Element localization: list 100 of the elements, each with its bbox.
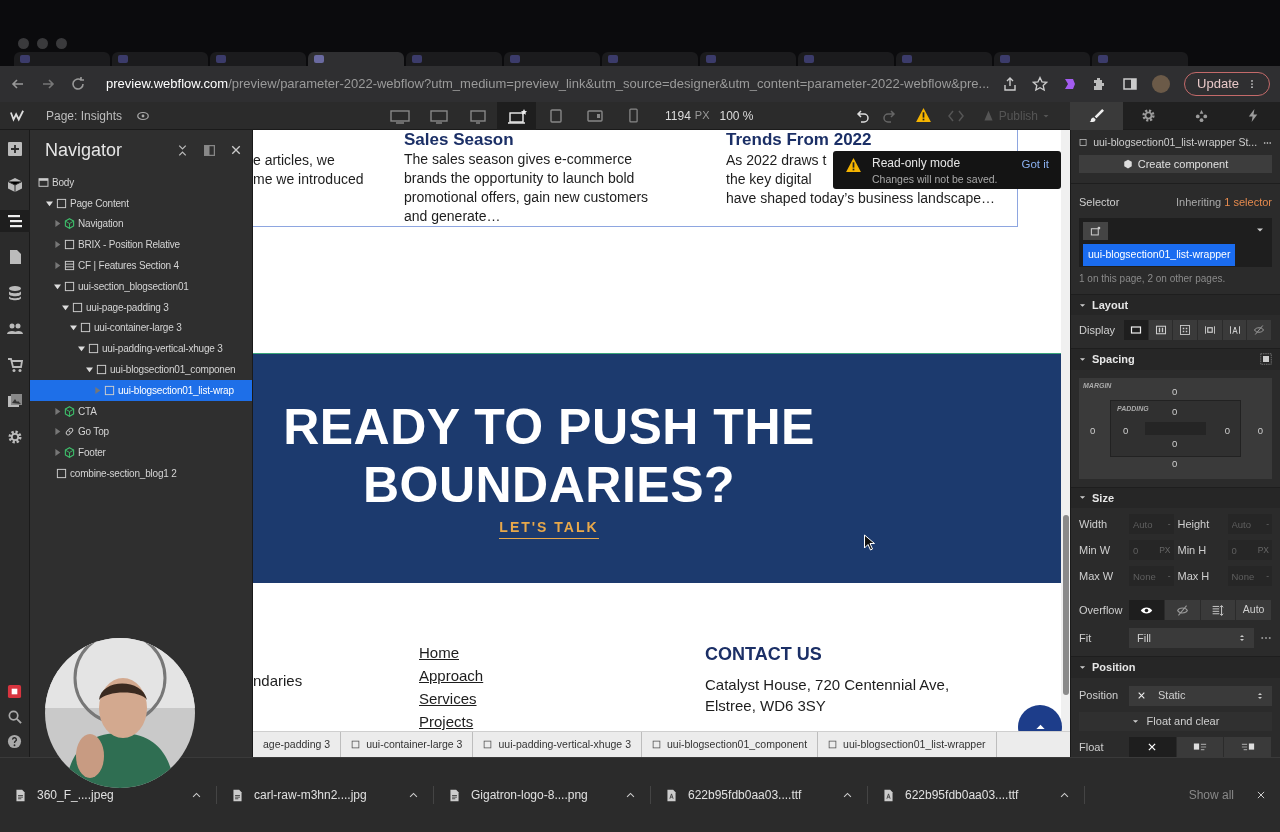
field-label: Display xyxy=(1079,323,1117,338)
navigator-item[interactable]: CTA xyxy=(30,400,252,422)
navigator-item[interactable]: uui-section_blogsection01 xyxy=(30,276,252,297)
redo-icon[interactable] xyxy=(880,107,897,124)
navigator-item[interactable]: Footer xyxy=(30,442,252,464)
component-cube-icon xyxy=(64,447,75,459)
caret-right-icon[interactable] xyxy=(54,407,61,415)
download-item[interactable]: 622b95fdb0aa03....ttf xyxy=(905,786,1019,804)
selector-tag[interactable]: uui-blogsection01_list-wrapper xyxy=(1083,244,1236,266)
close-icon[interactable] xyxy=(1256,790,1266,800)
blog-title: Trends From 2022 xyxy=(726,130,872,151)
navigator-item[interactable]: uui-blogsection01_list-wrap xyxy=(30,379,252,401)
scrollbar[interactable] xyxy=(1061,130,1070,731)
field-label: Overflow xyxy=(1079,602,1124,618)
section-title: Spacing xyxy=(1092,352,1135,368)
caret-down-icon[interactable] xyxy=(70,324,77,332)
warning-icon xyxy=(845,157,862,174)
section-icon xyxy=(64,260,75,272)
dock-icon[interactable] xyxy=(203,143,216,157)
create-component-button[interactable]: Create component xyxy=(1079,155,1272,173)
warning-icon[interactable] xyxy=(914,107,932,124)
navigator-item[interactable]: combine-section_blog1 2 xyxy=(30,463,252,484)
navigator-item[interactable]: uui-page-padding 3 xyxy=(30,296,252,318)
toolbar-button[interactable] xyxy=(0,210,30,232)
section-title: Size xyxy=(1092,490,1114,506)
star-icon[interactable] xyxy=(1032,76,1049,92)
navigator-item[interactable]: uui-blogsection01_componen xyxy=(30,359,252,380)
margin-value: 0 xyxy=(1172,384,1178,399)
webflow-logo-icon[interactable] xyxy=(8,108,26,123)
reload-icon[interactable] xyxy=(70,76,86,92)
url-field[interactable]: preview.webflow.com/preview/parameter-2022-webflow?utm_medium=preview_link&utm_source=designer&utm_content=parameter-2022-webflow&pre... xyxy=(106,74,990,94)
share-icon[interactable] xyxy=(1002,76,1019,92)
caret-down-icon[interactable] xyxy=(1079,494,1086,502)
usage-text: 1 on this page, 2 on other pages. xyxy=(1078,271,1227,286)
x-icon xyxy=(1137,691,1146,701)
blog-excerpt-line: e articles, we xyxy=(253,151,335,170)
contact-address: Catalyst House, 720 Centennial Ave, Elstree, WD6 3SY xyxy=(705,675,950,716)
display-option[interactable] xyxy=(1124,320,1149,341)
panel-tab[interactable] xyxy=(1070,101,1123,130)
help-icon[interactable] xyxy=(7,734,22,749)
square-icon xyxy=(104,384,115,396)
record-icon[interactable] xyxy=(7,684,22,699)
collapse-icon[interactable] xyxy=(176,143,189,157)
caret-right-icon[interactable] xyxy=(54,241,61,249)
caret-down-icon[interactable] xyxy=(1079,663,1086,671)
spacing-icon[interactable] xyxy=(1260,353,1272,366)
fit-select[interactable]: Fill xyxy=(1129,628,1254,649)
search-icon[interactable] xyxy=(7,709,22,724)
navigator-item[interactable]: Navigation xyxy=(30,213,252,235)
download-item[interactable]: 622b95fdb0aa03....ttf xyxy=(688,786,802,804)
blog-excerpt-line: promotional offers, gain new customers xyxy=(404,188,649,207)
navigator-item[interactable]: uui-padding-vertical-xhuge 3 xyxy=(30,338,252,360)
caret-down-icon[interactable] xyxy=(78,345,85,353)
footer-link[interactable]: Approach xyxy=(419,666,484,685)
caret-down-icon xyxy=(1131,717,1139,725)
navigator-icon xyxy=(6,213,23,229)
cta-link[interactable]: LET'S TALK xyxy=(499,516,599,539)
download-item[interactable]: carl-raw-m3hn2....jpg xyxy=(254,786,367,804)
field-label: Fit xyxy=(1079,630,1093,646)
caret-down-icon[interactable] xyxy=(54,282,61,290)
caret-down-icon[interactable] xyxy=(1079,355,1086,363)
got-it-button[interactable]: Got it xyxy=(1021,156,1049,174)
browser-tab[interactable] xyxy=(308,52,404,66)
images-icon xyxy=(6,393,23,409)
caret-down-icon[interactable] xyxy=(1079,301,1086,309)
square-icon xyxy=(1079,137,1088,149)
show-all-button[interactable]: Show all xyxy=(1188,786,1234,804)
navigator-item[interactable]: Body xyxy=(30,172,252,193)
close-icon[interactable] xyxy=(230,144,242,156)
footer-link[interactable]: Projects xyxy=(419,712,474,731)
navigator-item[interactable]: Go Top xyxy=(30,421,252,443)
caret-down-icon[interactable] xyxy=(62,303,69,311)
square-icon xyxy=(828,740,838,749)
footer-link[interactable]: Services xyxy=(419,689,477,708)
field-label: Max H xyxy=(1177,568,1211,584)
caret-down-icon[interactable] xyxy=(86,366,93,374)
download-item[interactable]: 360_F_....jpeg xyxy=(37,786,114,804)
download-item[interactable]: Gigatron-logo-8....png xyxy=(471,786,588,804)
navigator-item[interactable]: uui-container-large 3 xyxy=(30,317,252,339)
caret-right-icon[interactable] xyxy=(54,428,61,436)
sidebar-icon[interactable] xyxy=(1122,76,1139,92)
caret-right-icon[interactable] xyxy=(54,220,61,228)
footer-link[interactable]: Home xyxy=(419,643,459,662)
square-icon xyxy=(483,740,493,749)
navigator-item[interactable]: CF | Features Section 4 xyxy=(30,255,252,276)
inline-text-icon xyxy=(1228,324,1241,337)
margin-value: 0 xyxy=(1090,423,1096,438)
float-clear-toggle[interactable]: Float and clear xyxy=(1079,711,1272,731)
monitor-icon xyxy=(389,107,410,124)
caret-right-icon[interactable] xyxy=(54,449,61,457)
undo-icon[interactable] xyxy=(854,107,871,124)
selector-field[interactable]: uui-blogsection01_list-wrapper xyxy=(1079,218,1272,267)
overflow-option[interactable] xyxy=(1129,600,1165,621)
caret-down-icon[interactable] xyxy=(46,199,53,207)
navigator-item[interactable]: BRIX - Position Relative xyxy=(30,234,252,256)
field-label: Position xyxy=(1079,688,1120,704)
position-select[interactable]: Static xyxy=(1129,685,1272,706)
caret-right-icon[interactable] xyxy=(54,262,61,270)
navigator-item[interactable]: Page Content xyxy=(30,192,252,214)
breakpoint-button[interactable] xyxy=(497,101,536,130)
